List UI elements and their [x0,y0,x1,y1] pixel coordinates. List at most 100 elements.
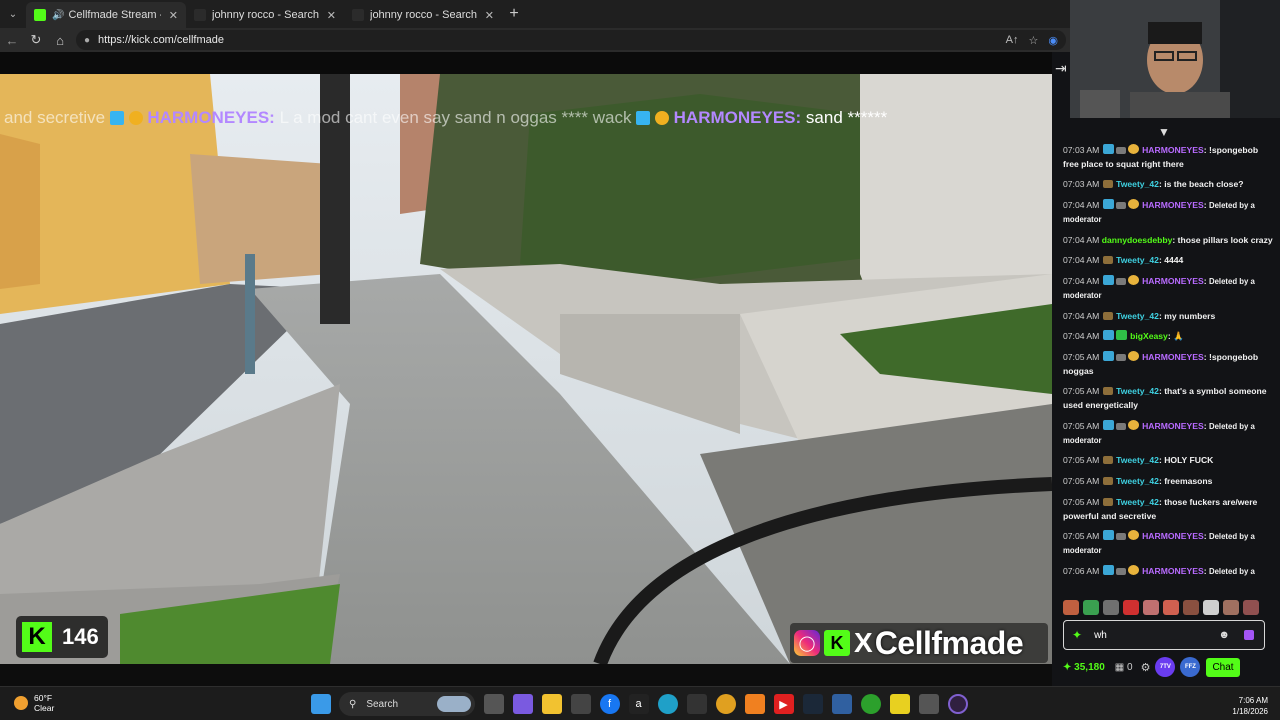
7tv-button[interactable]: 7TV [1155,657,1176,677]
chat-filter-icon[interactable]: ▼ [1158,125,1170,139]
chrome-icon[interactable] [715,694,736,714]
vlc-icon[interactable] [744,694,765,714]
system-clock[interactable]: 7:06 AM 1/18/2026 [1212,695,1268,717]
message-username[interactable]: HARMONEYES [1142,421,1204,431]
chat-input[interactable] [1094,629,1205,641]
mod-badge-icon [1115,533,1126,541]
prediction-count[interactable]: ▦ 0 [1115,662,1133,673]
collapse-chat-icon[interactable]: ⇥ [1055,60,1067,77]
message-timestamp: 07:05 AM [1063,386,1100,397]
facebook-icon[interactable]: f [599,694,620,714]
channel-points[interactable]: ✦ 35,180 [1063,662,1105,673]
video-frame-street [0,74,1052,664]
message-username[interactable]: HARMONEYES [1142,145,1204,155]
xbox-icon[interactable] [860,694,881,714]
send-chat-button[interactable]: Chat [1206,657,1240,677]
tab-label: johnny rocco - Search [212,9,319,21]
clock-time: 7:06 AM [1238,696,1268,705]
close-tab-icon[interactable]: ✕ [485,9,494,22]
weather-widget[interactable]: 60°F Clear [14,693,54,713]
sub-badge-icon [1102,530,1114,541]
message-username[interactable]: Tweety_42 [1116,455,1159,465]
message-timestamp: 07:04 AM [1063,200,1100,211]
emote-icon[interactable] [1143,600,1159,615]
emote-icon[interactable] [1103,600,1119,615]
hat-badge-icon [1102,456,1113,465]
notes-icon[interactable] [889,694,910,714]
edge-icon[interactable] [657,694,678,714]
taskbar-search[interactable]: ⚲ Search [339,692,475,716]
windows-taskbar: 60°F Clear ⚲ Search f a ▶ 7:06 AM 1/18/2… [0,686,1280,720]
message-timestamp: 07:04 AM [1063,276,1100,287]
message-timestamp: 07:03 AM [1063,145,1100,155]
tab-kick[interactable]: 🔊 Cellfmade Stream - Watch Liv ✕ [26,2,186,28]
emote-icon[interactable] [1223,600,1239,615]
emote-icon[interactable] [1123,600,1139,615]
chat-input-box[interactable]: ✦ ☻ [1063,620,1265,650]
message-username[interactable]: HARMONEYES [1142,276,1204,286]
message-username[interactable]: HARMONEYES [1142,566,1204,576]
close-tab-icon[interactable]: ✕ [327,9,336,22]
task-view-icon[interactable] [483,694,504,714]
emote-icon[interactable] [1163,600,1179,615]
video-player[interactable] [0,74,1052,664]
sparkle-icon[interactable]: ✦ [1072,628,1082,642]
gift-badge-icon [128,111,143,125]
copilot-icon[interactable] [512,694,533,714]
settings-gear-icon[interactable]: ⚙ [1141,661,1151,674]
settings-app-icon[interactable] [918,694,939,714]
steam-icon[interactable] [802,694,823,714]
emote-icon[interactable] [1183,600,1199,615]
file-explorer-icon[interactable] [541,694,562,714]
emoji-icon[interactable]: ☻ [1218,629,1230,641]
tab-search[interactable]: johnny rocco - Search ✕ [186,2,344,28]
message-username[interactable]: bigXeasy [1130,331,1168,341]
home-icon[interactable]: ⌂ [48,33,72,48]
message-username[interactable]: HARMONEYES [1142,200,1204,210]
read-aloud-icon[interactable]: A↑ [1006,34,1019,47]
message-username[interactable]: Tweety_42 [1116,476,1159,486]
message-username[interactable]: dannydoesdebby [1102,235,1173,245]
emote-icon[interactable] [1243,600,1259,615]
windows-start-icon[interactable] [310,694,331,714]
amazon-icon[interactable]: a [628,694,649,714]
favorite-star-icon[interactable]: ☆ [1029,34,1039,47]
message-username[interactable]: Tweety_42 [1116,311,1159,321]
mod-badge-icon [1115,567,1126,575]
message-username[interactable]: Tweety_42 [1116,386,1159,396]
message-username[interactable]: Tweety_42 [1116,497,1159,507]
tab-label: johnny rocco - Search Images [370,9,477,21]
chat-message: 07:04 AM dannydoesdebby: those pillars l… [1063,234,1273,245]
message-username[interactable]: HARMONEYES [1142,531,1204,541]
tab-list-button[interactable]: ⌄ [0,0,26,28]
chat-message: 07:06 AM HARMONEYES: Deleted by a [1063,564,1255,576]
store-icon[interactable] [570,694,591,714]
emote-icon[interactable] [1203,600,1219,615]
message-username[interactable]: HARMONEYES [1142,352,1204,362]
app-icon[interactable] [831,694,852,714]
message-timestamp: 07:05 AM [1063,496,1100,507]
message-username[interactable]: Tweety_42 [1116,179,1159,189]
search-label: Search [366,698,399,710]
reload-icon[interactable]: ↻ [24,32,48,48]
emote-icon[interactable] [1083,600,1099,615]
calculator-icon[interactable] [686,694,707,714]
back-icon[interactable]: ← [0,33,24,48]
extension-icon[interactable]: ◉ [1048,34,1058,47]
gift-badge-icon [654,111,669,125]
youtube-icon[interactable]: ▶ [773,694,794,714]
close-tab-icon[interactable]: ✕ [169,9,178,22]
obs-icon[interactable] [947,694,968,714]
gift-icon[interactable] [1244,630,1254,640]
tab-search-images[interactable]: johnny rocco - Search Images ✕ [344,2,502,28]
ffz-button[interactable]: FFZ [1180,657,1201,677]
site-info-icon[interactable]: ● [84,35,90,46]
new-tab-button[interactable]: + [502,5,526,23]
chat-message: 07:03 AM HARMONEYES: !spongebob free pla… [1063,144,1259,169]
chat-message: 07:04 AM Tweety_42: my numbers [1063,310,1216,321]
sub-badge-icon [1102,419,1114,430]
emote-icon[interactable] [1063,600,1079,615]
message-username[interactable]: Tweety_42 [1116,255,1159,265]
sub-badge-icon [1102,144,1114,154]
url-field[interactable]: ● https://kick.com/cellfmade A↑ ☆ ◉ [76,30,1066,50]
